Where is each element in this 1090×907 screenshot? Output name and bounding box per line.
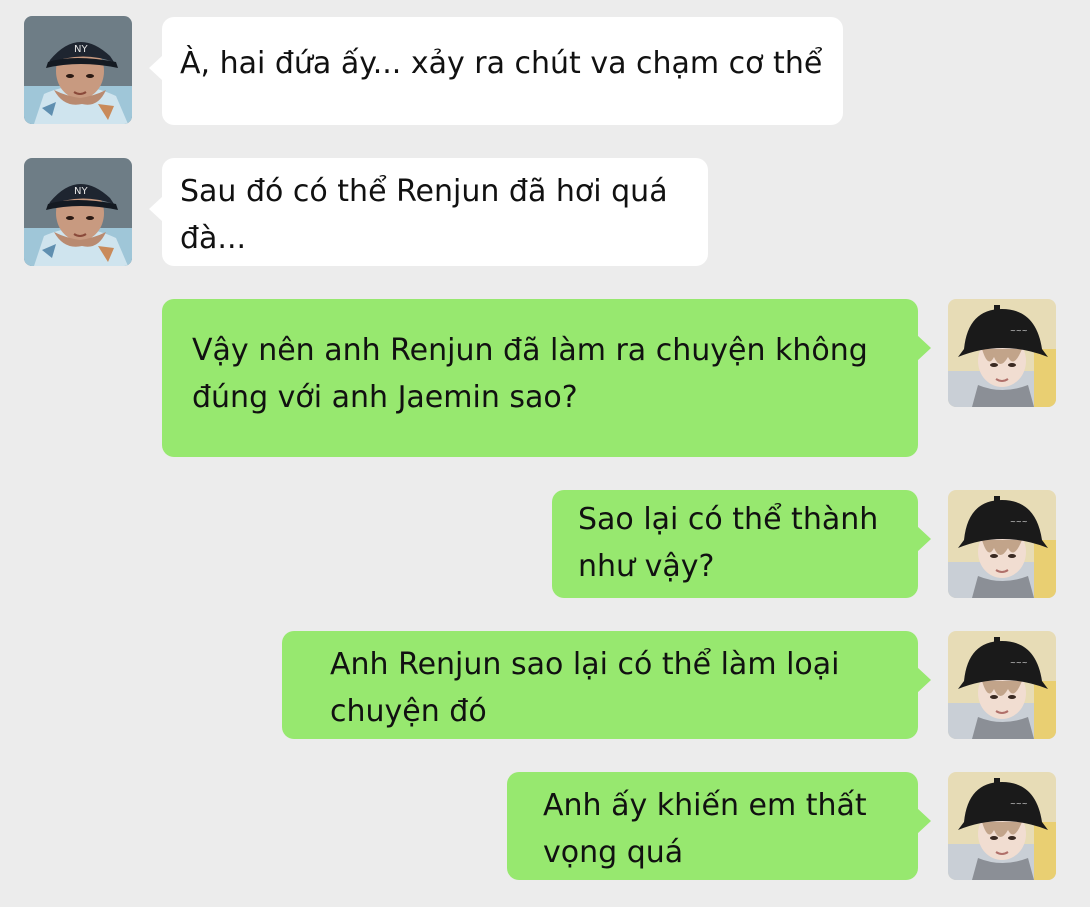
sender-avatar[interactable]: NY bbox=[24, 16, 132, 124]
message-text: Anh ấy khiến em thất vọng quá bbox=[543, 788, 867, 870]
message-text: Vậy nên anh Renjun đã làm ra chuyện khôn… bbox=[192, 333, 868, 415]
person-avatar-cap-icon: NY bbox=[24, 16, 132, 124]
message-bubble[interactable]: À, hai đứa ấy... xảy ra chút va chạm cơ … bbox=[149, 17, 843, 125]
svg-text:NY: NY bbox=[74, 186, 88, 197]
bubble-tail bbox=[149, 196, 163, 222]
person-avatar-bucket-hat-icon: ~~~ bbox=[948, 772, 1056, 880]
message-bubble[interactable]: Anh ấy khiến em thất vọng quá bbox=[507, 772, 931, 880]
message-bubble[interactable]: Anh Renjun sao lại có thể làm loại chuyệ… bbox=[282, 631, 931, 739]
user-avatar[interactable]: ~~~ bbox=[948, 631, 1056, 739]
bubble-tail bbox=[917, 808, 931, 834]
svg-text:~~~: ~~~ bbox=[1010, 518, 1028, 526]
person-avatar-bucket-hat-icon: ~~~ bbox=[948, 631, 1056, 739]
person-avatar-cap-icon: NY bbox=[24, 158, 132, 266]
bubble-tail bbox=[917, 526, 931, 552]
message-text: Anh Renjun sao lại có thể làm loại chuyệ… bbox=[330, 647, 840, 729]
user-avatar[interactable]: ~~~ bbox=[948, 299, 1056, 407]
bubble-tail bbox=[917, 335, 931, 361]
message-text: Sau đó có thể Renjun đã hơi quá đà... bbox=[180, 174, 668, 256]
message-bubble[interactable]: Sao lại có thể thành như vậy? bbox=[552, 490, 931, 598]
user-avatar[interactable]: ~~~ bbox=[948, 772, 1056, 880]
svg-text:~~~: ~~~ bbox=[1010, 800, 1028, 808]
bubble-tail bbox=[149, 55, 163, 81]
svg-text:~~~: ~~~ bbox=[1010, 659, 1028, 667]
svg-text:NY: NY bbox=[74, 44, 88, 55]
message-text: À, hai đứa ấy... xảy ra chút va chạm cơ … bbox=[180, 46, 823, 81]
svg-text:~~~: ~~~ bbox=[1010, 327, 1028, 335]
user-avatar[interactable]: ~~~ bbox=[948, 490, 1056, 598]
bubble-tail bbox=[917, 667, 931, 693]
chat-thread: NY À, hai đứa ấy... xảy ra chút va chạm … bbox=[0, 0, 1090, 907]
person-avatar-bucket-hat-icon: ~~~ bbox=[948, 490, 1056, 598]
message-bubble[interactable]: Vậy nên anh Renjun đã làm ra chuyện khôn… bbox=[162, 299, 931, 457]
message-bubble[interactable]: Sau đó có thể Renjun đã hơi quá đà... bbox=[149, 158, 708, 266]
message-text: Sao lại có thể thành như vậy? bbox=[578, 502, 879, 584]
sender-avatar[interactable]: NY bbox=[24, 158, 132, 266]
person-avatar-bucket-hat-icon: ~~~ bbox=[948, 299, 1056, 407]
